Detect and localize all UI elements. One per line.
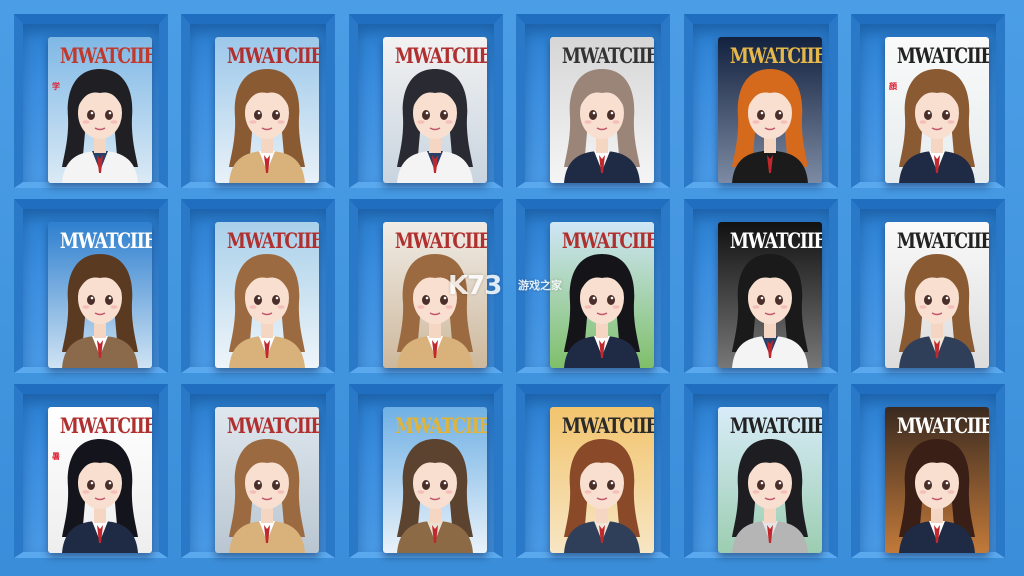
shelf-slot: MWATCIIED — [851, 384, 1005, 558]
shelf-slot: MWATCIIED 顔 — [851, 14, 1005, 188]
shelf-slot: MWATCIIED — [516, 384, 670, 558]
character-portrait — [899, 69, 975, 183]
magazine-title: MWATCIIED — [394, 43, 487, 68]
character-portrait — [732, 254, 808, 368]
shelf-slot: MWATCIIED — [349, 384, 503, 558]
magazine-title: MWATCIIED — [561, 413, 654, 438]
magazine-title: MWATCIIED — [729, 413, 822, 438]
shelf-slot: MWATCIIED — [181, 199, 335, 373]
magazine-card[interactable]: MWATCIIED 顔 — [885, 37, 989, 183]
character-portrait — [899, 254, 975, 368]
magazine-card[interactable]: MWATCIIED — [718, 222, 822, 368]
watermark-logo: K73 — [448, 271, 502, 301]
shelf-slot: MWATCIIED — [516, 14, 670, 188]
magazine-title: MWATCIIED — [729, 43, 822, 68]
shelf-slot: MWATCIIED — [684, 384, 838, 558]
shelf-slot: MWATCIIED — [14, 199, 168, 373]
site-watermark: K73 游戏之家 — [448, 271, 578, 311]
magazine-card[interactable]: MWATCIIED — [215, 222, 319, 368]
magazine-card[interactable]: MWATCIIED — [885, 407, 989, 553]
magazine-title: MWATCIIED — [896, 43, 989, 68]
magazine-card[interactable]: MWATCIIED — [383, 407, 487, 553]
magazine-card[interactable]: MWATCIIED — [215, 37, 319, 183]
shelf-slot: MWATCIIED — [181, 14, 335, 188]
magazine-card[interactable]: MWATCIIED — [718, 37, 822, 183]
character-portrait — [564, 439, 640, 553]
magazine-card[interactable]: MWATCIIED — [215, 407, 319, 553]
character-portrait — [229, 69, 305, 183]
magazine-title: MWATCIIED — [226, 43, 319, 68]
cover-kanji: 暑 — [52, 452, 60, 461]
character-portrait — [229, 254, 305, 368]
character-portrait — [229, 439, 305, 553]
magazine-card[interactable]: MWATCIIED 学 — [48, 37, 152, 183]
magazine-card[interactable]: MWATCIIED — [885, 222, 989, 368]
shelf-slot: MWATCIIED — [684, 14, 838, 188]
character-portrait — [732, 439, 808, 553]
magazine-title: MWATCIIED — [394, 413, 487, 438]
character-portrait — [397, 439, 473, 553]
character-portrait — [397, 69, 473, 183]
shelf-slot: MWATCIIED 学 — [14, 14, 168, 188]
magazine-title: MWATCIIED — [59, 228, 152, 253]
magazine-title: MWATCIIED — [59, 43, 152, 68]
magazine-card[interactable]: MWATCIIED — [48, 222, 152, 368]
magazine-title: MWATCIIED — [896, 228, 989, 253]
shelf-slot: MWATCIIED — [684, 199, 838, 373]
magazine-title: MWATCIIED — [226, 413, 319, 438]
magazine-title: MWATCIIED — [226, 228, 319, 253]
character-portrait — [564, 69, 640, 183]
cover-kanji: 学 — [52, 82, 60, 91]
magazine-title: MWATCIIED — [896, 413, 989, 438]
magazine-title: MWATCIIED — [59, 413, 152, 438]
magazine-card[interactable]: MWATCIIED — [550, 407, 654, 553]
shelf-slot: MWATCIIED — [851, 199, 1005, 373]
magazine-card[interactable]: MWATCIIED — [718, 407, 822, 553]
magazine-title: MWATCIIED — [561, 228, 654, 253]
magazine-title: MWATCIIED — [561, 43, 654, 68]
magazine-card[interactable]: MWATCIIED — [550, 37, 654, 183]
magazine-title: MWATCIIED — [394, 228, 487, 253]
magazine-card[interactable]: MWATCIIED 暑 — [48, 407, 152, 553]
character-portrait — [62, 254, 138, 368]
magazine-title: MWATCIIED — [729, 228, 822, 253]
magazine-card[interactable]: MWATCIIED — [383, 37, 487, 183]
shelf-slot: MWATCIIED — [349, 14, 503, 188]
shelf-slot: MWATCIIED — [181, 384, 335, 558]
character-portrait — [732, 69, 808, 183]
watermark-subtitle: 游戏之家 — [518, 279, 562, 292]
character-portrait — [62, 439, 138, 553]
character-portrait — [62, 69, 138, 183]
shelf-slot: MWATCIIED 暑 — [14, 384, 168, 558]
cover-kanji: 顔 — [889, 82, 897, 91]
character-portrait — [899, 439, 975, 553]
